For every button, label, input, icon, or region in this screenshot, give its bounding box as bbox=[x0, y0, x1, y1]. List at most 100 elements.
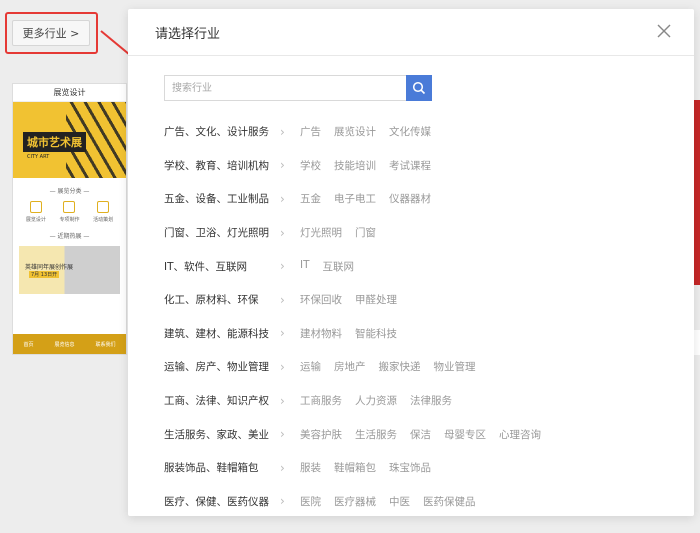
chevron-right-icon: › bbox=[280, 494, 285, 509]
chevron-right-icon: › bbox=[280, 326, 285, 341]
category-tags: 五金 电子电工 仪器器材 bbox=[300, 191, 444, 206]
search-icon bbox=[412, 81, 426, 95]
template-footer-nav: 首页 展览信息 联系我们 bbox=[13, 334, 126, 354]
highlight-box: 更多行业 > bbox=[5, 12, 98, 54]
industry-tag[interactable]: 鞋帽箱包 bbox=[334, 460, 376, 475]
template-preview-card[interactable]: 展览设计 城市艺术展 CITY ART — 展览分类 — 展览设计专项制作 活动策… bbox=[12, 83, 127, 355]
category-name[interactable]: 学校、教育、培训机构 bbox=[164, 158, 280, 173]
category-tags: 工商服务 人力资源 法律服务 bbox=[300, 393, 465, 408]
industry-tag[interactable]: 广告 bbox=[300, 124, 321, 139]
industry-tag[interactable]: 五金 bbox=[300, 191, 321, 206]
category-row: 学校、教育、培训机构 › 学校 技能培训 考试课程 bbox=[164, 149, 664, 183]
industry-tag[interactable]: 仪器器材 bbox=[389, 191, 431, 206]
industry-tag[interactable]: 工商服务 bbox=[300, 393, 342, 408]
industry-tag[interactable]: 环保回收 bbox=[300, 292, 342, 307]
category-name[interactable]: 运输、房产、物业管理 bbox=[164, 359, 280, 374]
search-button[interactable] bbox=[406, 75, 432, 101]
template-footer-item: 首页 bbox=[23, 341, 34, 348]
more-industries-button[interactable]: 更多行业 > bbox=[12, 20, 90, 46]
category-tags: 服装 鞋帽箱包 珠宝饰品 bbox=[300, 460, 444, 475]
category-row: IT、软件、互联网 › IT 互联网 bbox=[164, 249, 664, 283]
industry-tag[interactable]: 文化传媒 bbox=[389, 124, 431, 139]
template-banner: 城市艺术展 CITY ART bbox=[13, 102, 126, 178]
category-name[interactable]: 建筑、建材、能源科技 bbox=[164, 326, 280, 341]
template-title: 展览设计 bbox=[13, 84, 126, 102]
industry-tag[interactable]: 人力资源 bbox=[355, 393, 397, 408]
industry-tag[interactable]: 智能科技 bbox=[355, 326, 397, 341]
category-tags: 学校 技能培训 考试课程 bbox=[300, 158, 444, 173]
category-tags: 建材物料 智能科技 bbox=[300, 326, 410, 341]
industry-tag[interactable]: 医疗器械 bbox=[334, 494, 376, 509]
industry-tag[interactable]: 心理咨询 bbox=[499, 427, 541, 442]
category-name[interactable]: 五金、设备、工业制品 bbox=[164, 191, 280, 206]
industry-tag[interactable]: 甲醛处理 bbox=[355, 292, 397, 307]
category-tags: 广告 展览设计 文化传媒 bbox=[300, 124, 444, 139]
category-name[interactable]: 服装饰品、鞋帽箱包 bbox=[164, 460, 280, 475]
industry-tag[interactable]: 学校 bbox=[300, 158, 321, 173]
chevron-right-icon: › bbox=[280, 225, 285, 240]
category-icon bbox=[63, 201, 76, 213]
industry-tag[interactable]: 搬家快递 bbox=[379, 359, 421, 374]
category-name[interactable]: 工商、法律、知识产权 bbox=[164, 393, 280, 408]
category-row: 化工、原材料、环保 › 环保回收 甲醛处理 bbox=[164, 283, 664, 317]
category-name[interactable]: 门窗、卫浴、灯光照明 bbox=[164, 225, 280, 240]
category-icon bbox=[97, 201, 110, 213]
industry-tag[interactable]: 建材物料 bbox=[300, 326, 342, 341]
category-name[interactable]: IT、软件、互联网 bbox=[164, 259, 280, 274]
industry-category-list: 广告、文化、设计服务 › 广告 展览设计 文化传媒 学校、教育、培训机构 › 学校 技能培训 考试… bbox=[164, 115, 664, 518]
template-section-title: — 近期热展 — bbox=[49, 233, 90, 240]
industry-tag[interactable]: 运输 bbox=[300, 359, 321, 374]
industry-tag[interactable]: 技能培训 bbox=[334, 158, 376, 173]
chevron-right-icon: › bbox=[280, 393, 285, 408]
category-tags: 美容护肤 生活服务 保洁 母婴专区 心理咨询 bbox=[300, 427, 554, 442]
dialog-title: 请选择行业 bbox=[155, 27, 221, 42]
industry-search-input[interactable] bbox=[164, 75, 406, 101]
industry-tag[interactable]: 中医 bbox=[389, 494, 410, 509]
template-footer-item: 展览信息 bbox=[54, 341, 75, 348]
chevron-right-icon: › bbox=[280, 191, 285, 206]
category-name[interactable]: 广告、文化、设计服务 bbox=[164, 124, 280, 139]
template-icon-item: 展览设计 bbox=[26, 201, 46, 223]
close-icon[interactable] bbox=[656, 23, 672, 39]
search-bar bbox=[164, 75, 432, 101]
category-row: 医疗、保健、医药仪器 › 医院 医疗器械 中医 医药保健品 bbox=[164, 485, 664, 519]
industry-tag[interactable]: 美容护肤 bbox=[300, 427, 342, 442]
category-name[interactable]: 生活服务、家政、美业 bbox=[164, 427, 280, 442]
industry-tag[interactable]: 门窗 bbox=[355, 225, 376, 240]
industry-tag[interactable]: 物业管理 bbox=[434, 359, 476, 374]
category-name[interactable]: 医疗、保健、医药仪器 bbox=[164, 494, 280, 509]
template-icon-label: 专项制作 bbox=[59, 217, 80, 223]
category-name[interactable]: 化工、原材料、环保 bbox=[164, 292, 280, 307]
industry-tag[interactable]: 医药保健品 bbox=[423, 494, 476, 509]
template-section-title: — 展览分类 — bbox=[49, 188, 90, 195]
category-row: 五金、设备、工业制品 › 五金 电子电工 仪器器材 bbox=[164, 182, 664, 216]
industry-tag[interactable]: 互联网 bbox=[323, 259, 355, 274]
industry-tag[interactable]: 考试课程 bbox=[389, 158, 431, 173]
template-icon-item: 活动策划 bbox=[93, 201, 113, 223]
industry-tag[interactable]: 展览设计 bbox=[334, 124, 376, 139]
industry-tag[interactable]: 珠宝饰品 bbox=[389, 460, 431, 475]
category-row: 广告、文化、设计服务 › 广告 展览设计 文化传媒 bbox=[164, 115, 664, 149]
industry-tag[interactable]: 医院 bbox=[300, 494, 321, 509]
category-row: 运输、房产、物业管理 › 运输 房地产 搬家快递 物业管理 bbox=[164, 350, 664, 384]
template-icon-label: 活动策划 bbox=[93, 217, 114, 223]
industry-tag[interactable]: IT bbox=[300, 259, 310, 274]
industry-tag[interactable]: 灯光照明 bbox=[300, 225, 342, 240]
chevron-right-icon: › bbox=[280, 292, 285, 307]
industry-tag[interactable]: 保洁 bbox=[410, 427, 431, 442]
industry-tag[interactable]: 母婴专区 bbox=[444, 427, 486, 442]
chevron-right-icon: › bbox=[280, 158, 285, 173]
industry-tag[interactable]: 电子电工 bbox=[334, 191, 376, 206]
chevron-right-icon: › bbox=[280, 259, 285, 274]
category-tags: 环保回收 甲醛处理 bbox=[300, 292, 410, 307]
category-icon bbox=[29, 201, 42, 213]
industry-tag[interactable]: 房地产 bbox=[334, 359, 366, 374]
category-tags: 灯光照明 门窗 bbox=[300, 225, 389, 240]
industry-tag[interactable]: 生活服务 bbox=[355, 427, 397, 442]
dialog-header: 请选择行业 bbox=[128, 9, 694, 56]
industry-tag[interactable]: 法律服务 bbox=[410, 393, 452, 408]
category-tags: 医院 医疗器械 中医 医药保健品 bbox=[300, 494, 489, 509]
featured-text: 英雄同年展创作展 bbox=[25, 264, 74, 271]
industry-select-dialog: 请选择行业 广告、文化、设计服务›广告展览设计文化传媒学校、教育、培训机构›学校… bbox=[128, 9, 694, 516]
industry-tag[interactable]: 服装 bbox=[300, 460, 321, 475]
